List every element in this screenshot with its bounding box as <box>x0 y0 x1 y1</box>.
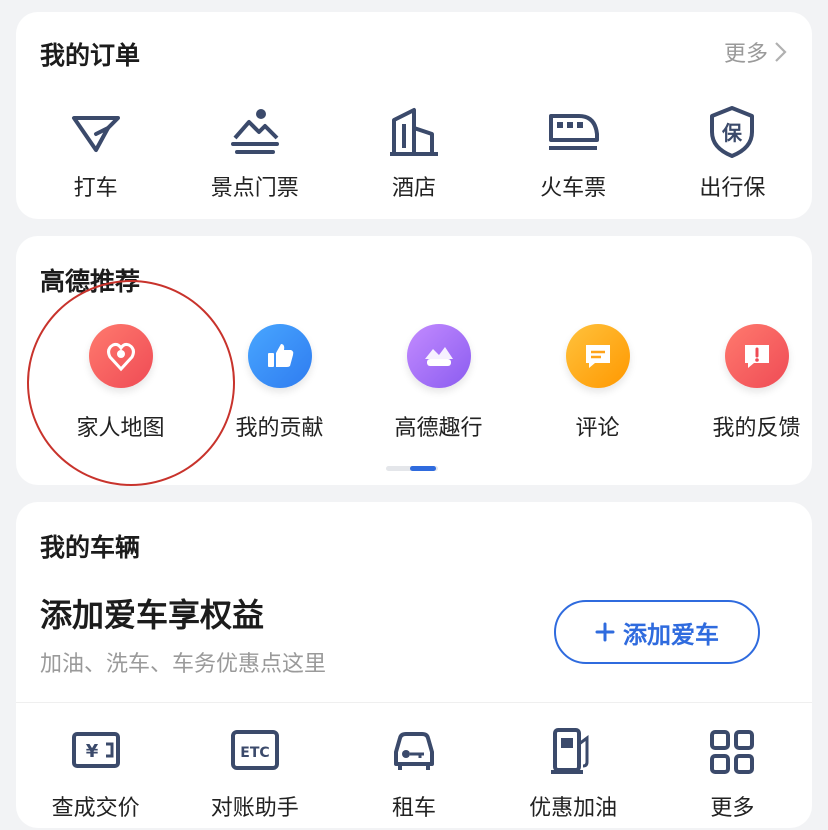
orders-more-link[interactable]: 更多 <box>724 36 788 68</box>
vehicle-item-label: 对账助手 <box>210 796 299 821</box>
fuel-icon <box>551 728 589 774</box>
order-item-scenic[interactable]: 景点门票 <box>175 104 334 202</box>
order-item-hotel[interactable]: 酒店 <box>334 104 493 202</box>
vehicle-item-etc[interactable]: ETC 对账助手 <box>175 724 334 822</box>
grid-more-icon <box>710 730 755 774</box>
vehicle-item-rental[interactable]: 租车 <box>334 724 493 822</box>
vehicle-title: 我的车辆 <box>40 533 141 562</box>
highlight-circle <box>27 280 235 486</box>
recommend-item-comment[interactable]: 评论 <box>518 324 677 442</box>
recommend-item-label: 我的反馈 <box>712 416 801 441</box>
vehicle-item-label: 优惠加油 <box>529 796 618 821</box>
recommend-item-feedback[interactable]: 我的反馈 <box>677 324 812 442</box>
order-item-label: 酒店 <box>391 176 436 201</box>
order-item-label: 出行保 <box>699 176 766 201</box>
orders-more-label: 更多 <box>723 42 768 67</box>
scenic-ticket-icon <box>230 109 279 154</box>
svg-text:保: 保 <box>721 121 743 145</box>
vehicle-item-price[interactable]: ¥ 查成交价 <box>16 724 175 822</box>
svg-text:¥: ¥ <box>85 741 98 762</box>
chevron-right-icon <box>775 42 787 62</box>
vehicle-subtitle: 加油、洗车、车务优惠点这里 <box>40 652 327 677</box>
order-item-label: 打车 <box>73 176 118 201</box>
vehicle-item-fuel[interactable]: 优惠加油 <box>494 724 653 822</box>
add-car-label: 添加爱车 <box>623 620 719 649</box>
recommend-item-label: 高德趣行 <box>394 416 483 441</box>
svg-text:ETC: ETC <box>240 745 269 761</box>
train-icon <box>549 114 600 150</box>
etc-icon: ETC <box>230 730 279 770</box>
recommend-item-fun-travel[interactable]: 高德趣行 <box>359 324 518 442</box>
feedback-icon <box>724 324 789 388</box>
vehicle-item-label: 更多 <box>710 796 755 821</box>
vehicle-item-label: 查成交价 <box>51 796 140 821</box>
add-car-button[interactable]: 添加爱车 <box>554 600 760 664</box>
order-item-label: 景点门票 <box>210 176 299 201</box>
insurance-icon: 保 <box>710 106 755 158</box>
taxi-icon <box>71 116 120 152</box>
rental-car-icon <box>393 732 434 770</box>
recommend-item-label: 我的贡献 <box>235 416 324 441</box>
recommend-item-label: 评论 <box>575 416 620 441</box>
order-item-train[interactable]: 火车票 <box>494 104 653 202</box>
divider <box>16 702 812 703</box>
vehicle-card: 我的车辆 添加爱车享权益 加油、洗车、车务优惠点这里 添加爱车 ¥ 查成交价 E… <box>16 502 812 828</box>
comment-icon <box>565 324 630 388</box>
carousel-page-indicator <box>386 466 438 471</box>
vehicle-item-label: 租车 <box>391 796 436 821</box>
orders-title: 我的订单 <box>40 41 141 70</box>
order-item-label: 火车票 <box>540 176 607 201</box>
car-scene-icon <box>406 324 471 388</box>
plus-icon <box>595 622 615 642</box>
price-icon: ¥ <box>71 732 120 768</box>
orders-card: 我的订单 更多 打车 景点门票 酒店 火车票 保 出行保 <box>16 12 812 219</box>
vehicle-headline: 添加爱车享权益 <box>40 596 265 634</box>
order-item-taxi[interactable]: 打车 <box>16 104 175 202</box>
vehicle-item-more[interactable]: 更多 <box>653 724 812 822</box>
thumbs-up-icon <box>247 324 312 388</box>
hotel-icon <box>389 108 438 156</box>
order-item-insurance[interactable]: 保 出行保 <box>653 104 812 202</box>
